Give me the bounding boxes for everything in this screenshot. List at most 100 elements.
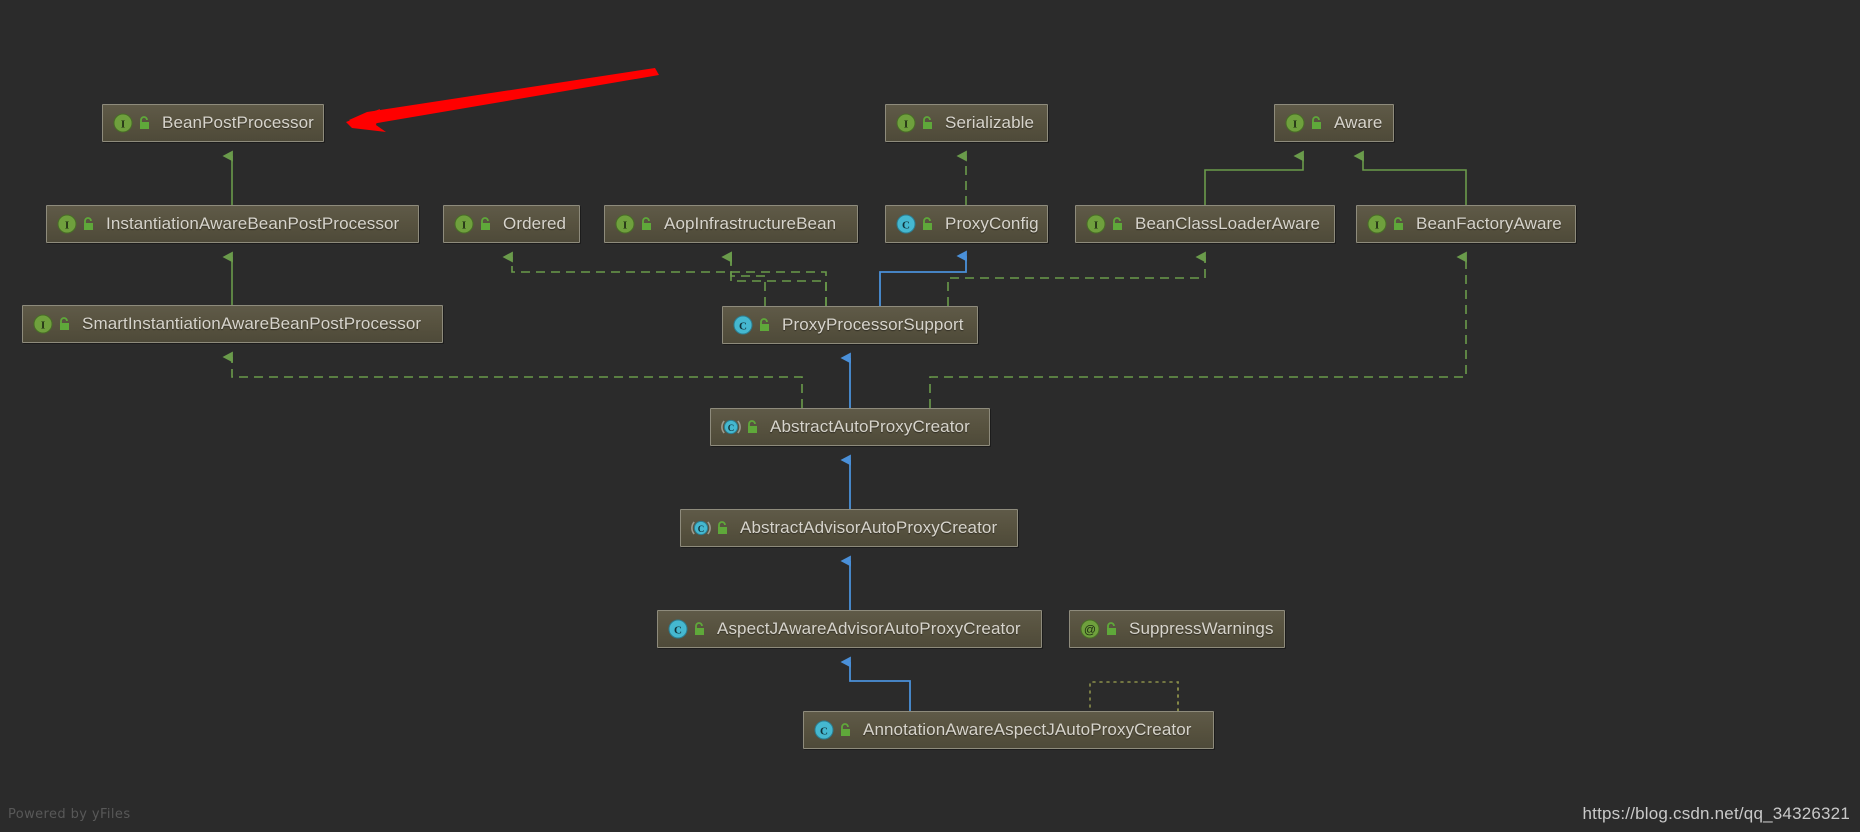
interface-icon: I bbox=[33, 314, 53, 334]
public-lock-icon bbox=[745, 419, 760, 435]
node-aware[interactable]: I Aware bbox=[1274, 104, 1394, 142]
public-lock-icon bbox=[838, 722, 853, 738]
svg-text:C: C bbox=[674, 625, 682, 637]
edge-proxyprocessorsupport-to-beanclassloaderaware bbox=[947, 251, 1206, 306]
interface-icon: I bbox=[57, 214, 77, 234]
interface-icon: I bbox=[1367, 214, 1387, 234]
public-lock-icon bbox=[920, 216, 935, 232]
node-label: AbstractAutoProxyCreator bbox=[770, 417, 970, 436]
public-lock-icon bbox=[757, 317, 772, 333]
interface-icon: I bbox=[454, 214, 474, 234]
svg-text:I: I bbox=[623, 220, 627, 232]
edge-annotationaware-to-suppresswarnings-leg bbox=[1089, 681, 1179, 713]
node-serializable[interactable]: I Serializable bbox=[885, 104, 1048, 142]
public-lock-icon bbox=[1391, 216, 1406, 232]
node-proxy-config[interactable]: C ProxyConfig bbox=[885, 205, 1048, 243]
interface-icon: I bbox=[113, 113, 133, 133]
node-abstract-advisor-auto-proxy-creator[interactable]: C AbstractAdvisorAutoProxyCreator bbox=[680, 509, 1018, 547]
class-icon: C bbox=[668, 619, 688, 639]
public-lock-icon bbox=[1309, 115, 1324, 131]
node-label: BeanFactoryAware bbox=[1416, 214, 1562, 233]
edge-abstractautoproxycreator-to-beanfactoryaware bbox=[929, 251, 1467, 408]
node-aop-infrastructure-bean[interactable]: I AopInfrastructureBean bbox=[604, 205, 858, 243]
node-smart-instantiation-aware-bean-post-processor[interactable]: I SmartInstantiationAwareBeanPostProcess… bbox=[22, 305, 443, 343]
red-annotation-arrowhead bbox=[346, 109, 386, 132]
node-label: AopInfrastructureBean bbox=[664, 214, 837, 233]
svg-text:I: I bbox=[65, 220, 69, 232]
edge-group-dashed-green bbox=[222, 150, 1467, 408]
blog-url-watermark: https://blog.csdn.net/qq_34326321 bbox=[1582, 804, 1850, 823]
node-aspectj-aware-advisor-auto-proxy-creator[interactable]: C AspectJAwareAdvisorAutoProxyCreator bbox=[657, 610, 1042, 648]
edge-proxyprocessorsupport-to-aopinfrastructurebean-path bbox=[733, 257, 830, 306]
red-annotation-arrow bbox=[349, 68, 659, 126]
node-label: InstantiationAwareBeanPostProcessor bbox=[106, 214, 400, 233]
node-ordered[interactable]: I Ordered bbox=[443, 205, 580, 243]
interface-icon: I bbox=[1285, 113, 1305, 133]
node-annotation-aware-aspectj-auto-proxy-creator[interactable]: C AnnotationAwareAspectJAutoProxyCreator bbox=[803, 711, 1214, 749]
node-label: ProxyConfig bbox=[945, 214, 1039, 233]
public-lock-icon bbox=[137, 115, 152, 131]
node-label: BeanPostProcessor bbox=[162, 113, 314, 132]
svg-text:C: C bbox=[820, 726, 828, 738]
node-label: SuppressWarnings bbox=[1129, 619, 1274, 638]
node-suppress-warnings[interactable]: @ SuppressWarnings bbox=[1069, 610, 1285, 648]
node-label: AnnotationAwareAspectJAutoProxyCreator bbox=[863, 720, 1192, 739]
public-lock-icon bbox=[1104, 621, 1119, 637]
node-label: BeanClassLoaderAware bbox=[1135, 214, 1321, 233]
public-lock-icon bbox=[57, 316, 72, 332]
node-proxy-processor-support[interactable]: C ProxyProcessorSupport bbox=[722, 306, 978, 344]
node-label: Aware bbox=[1334, 113, 1383, 132]
public-lock-icon bbox=[478, 216, 493, 232]
node-bean-factory-aware[interactable]: I BeanFactoryAware bbox=[1356, 205, 1576, 243]
edge-beanclassloaderaware-to-aware bbox=[1204, 150, 1304, 205]
public-lock-icon bbox=[1110, 216, 1125, 232]
public-lock-icon bbox=[715, 520, 730, 536]
svg-text:C: C bbox=[728, 423, 735, 433]
svg-text:I: I bbox=[462, 220, 466, 232]
class-icon: C bbox=[733, 315, 753, 335]
node-label: AspectJAwareAdvisorAutoProxyCreator bbox=[717, 619, 1021, 638]
svg-text:I: I bbox=[121, 119, 125, 131]
public-lock-icon bbox=[692, 621, 707, 637]
edge-proxyprocessorsupport-to-proxyconfig bbox=[879, 250, 967, 306]
svg-text:C: C bbox=[902, 220, 910, 232]
svg-text:I: I bbox=[904, 119, 908, 131]
class-icon: C bbox=[896, 214, 916, 234]
svg-text:C: C bbox=[739, 321, 747, 333]
interface-icon: I bbox=[615, 214, 635, 234]
edge-beanfactoryaware-to-aware bbox=[1353, 150, 1467, 205]
svg-text:I: I bbox=[1293, 119, 1297, 131]
highlight-arrow-group bbox=[346, 68, 659, 132]
edge-proxyprocessorsupport-to-aopinfrastructurebean bbox=[731, 257, 742, 306]
svg-text:I: I bbox=[41, 320, 45, 332]
edge-pps-aopinfrastructure bbox=[721, 251, 766, 306]
node-label: SmartInstantiationAwareBeanPostProcessor bbox=[82, 314, 422, 333]
edge-abstractautoproxycreator-to-smartinstantiationaware bbox=[222, 351, 803, 408]
edge-proxyprocessorsupport-to-ordered bbox=[721, 251, 827, 306]
yfiles-watermark: Powered by yFiles bbox=[8, 807, 131, 822]
interface-icon: I bbox=[1086, 214, 1106, 234]
node-bean-post-processor[interactable]: I BeanPostProcessor bbox=[102, 104, 324, 142]
node-label: ProxyProcessorSupport bbox=[782, 315, 964, 334]
abstract-class-icon: C bbox=[721, 417, 741, 437]
node-label: AbstractAdvisorAutoProxyCreator bbox=[740, 518, 998, 537]
abstract-class-icon: C bbox=[691, 518, 711, 538]
svg-text:C: C bbox=[698, 524, 705, 534]
class-icon: C bbox=[814, 720, 834, 740]
svg-text:I: I bbox=[1375, 220, 1379, 232]
public-lock-icon bbox=[639, 216, 654, 232]
class-diagram-canvas: I BeanPostProcessor I InstantiationAware… bbox=[0, 0, 1860, 832]
svg-text:I: I bbox=[1094, 220, 1098, 232]
public-lock-icon bbox=[920, 115, 935, 131]
node-label: Serializable bbox=[945, 113, 1035, 132]
edge-group-dotted-olive bbox=[1089, 681, 1179, 713]
node-bean-class-loader-aware[interactable]: I BeanClassLoaderAware bbox=[1075, 205, 1335, 243]
interface-icon: I bbox=[896, 113, 916, 133]
node-instantiation-aware-bean-post-processor[interactable]: I InstantiationAwareBeanPostProcessor bbox=[46, 205, 419, 243]
public-lock-icon bbox=[81, 216, 96, 232]
edge-pps-ordered-branch bbox=[502, 251, 827, 306]
node-label: Ordered bbox=[503, 214, 567, 233]
node-abstract-auto-proxy-creator[interactable]: C AbstractAutoProxyCreator bbox=[710, 408, 990, 446]
edge-annotationaware-to-aspectjaware bbox=[840, 656, 911, 711]
annotation-icon: @ bbox=[1080, 619, 1100, 639]
